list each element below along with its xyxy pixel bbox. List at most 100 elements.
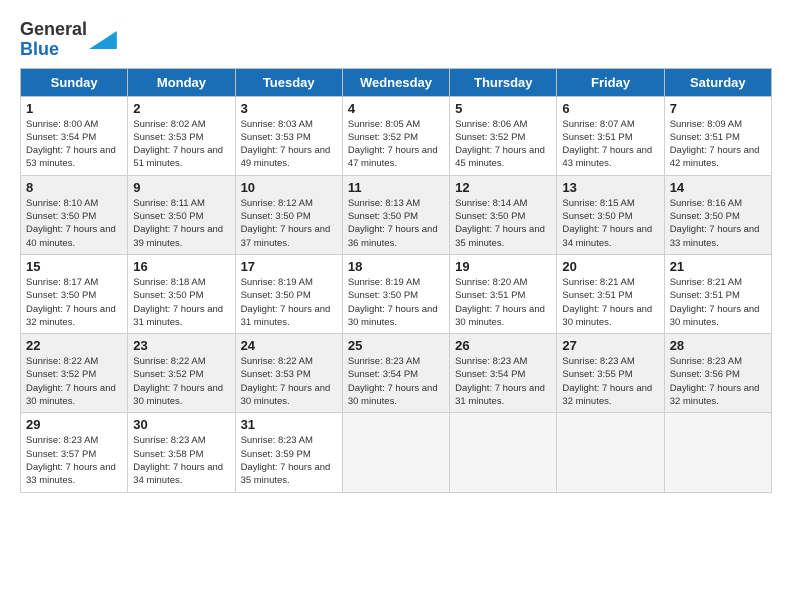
day-number: 14 — [670, 180, 766, 195]
calendar-cell: 21 Sunrise: 8:21 AM Sunset: 3:51 PM Dayl… — [664, 254, 771, 333]
day-info: Sunrise: 8:14 AM Sunset: 3:50 PM Dayligh… — [455, 197, 551, 250]
day-info: Sunrise: 8:15 AM Sunset: 3:50 PM Dayligh… — [562, 197, 658, 250]
day-number: 17 — [241, 259, 337, 274]
calendar-cell: 31 Sunrise: 8:23 AM Sunset: 3:59 PM Dayl… — [235, 413, 342, 492]
day-number: 13 — [562, 180, 658, 195]
day-info: Sunrise: 8:03 AM Sunset: 3:53 PM Dayligh… — [241, 118, 337, 171]
day-number: 9 — [133, 180, 229, 195]
calendar-cell: 29 Sunrise: 8:23 AM Sunset: 3:57 PM Dayl… — [21, 413, 128, 492]
logo: General Blue — [20, 20, 117, 60]
calendar-cell: 8 Sunrise: 8:10 AM Sunset: 3:50 PM Dayli… — [21, 175, 128, 254]
calendar-cell: 30 Sunrise: 8:23 AM Sunset: 3:58 PM Dayl… — [128, 413, 235, 492]
calendar-cell: 24 Sunrise: 8:22 AM Sunset: 3:53 PM Dayl… — [235, 334, 342, 413]
day-number: 2 — [133, 101, 229, 116]
calendar-cell: 25 Sunrise: 8:23 AM Sunset: 3:54 PM Dayl… — [342, 334, 449, 413]
day-info: Sunrise: 8:23 AM Sunset: 3:56 PM Dayligh… — [670, 355, 766, 408]
day-info: Sunrise: 8:07 AM Sunset: 3:51 PM Dayligh… — [562, 118, 658, 171]
day-info: Sunrise: 8:09 AM Sunset: 3:51 PM Dayligh… — [670, 118, 766, 171]
day-info: Sunrise: 8:23 AM Sunset: 3:58 PM Dayligh… — [133, 434, 229, 487]
day-info: Sunrise: 8:11 AM Sunset: 3:50 PM Dayligh… — [133, 197, 229, 250]
day-header-monday: Monday — [128, 68, 235, 96]
day-number: 1 — [26, 101, 122, 116]
calendar-cell: 16 Sunrise: 8:18 AM Sunset: 3:50 PM Dayl… — [128, 254, 235, 333]
day-header-tuesday: Tuesday — [235, 68, 342, 96]
calendar-cell: 6 Sunrise: 8:07 AM Sunset: 3:51 PM Dayli… — [557, 96, 664, 175]
calendar-cell: 19 Sunrise: 8:20 AM Sunset: 3:51 PM Dayl… — [450, 254, 557, 333]
day-info: Sunrise: 8:16 AM Sunset: 3:50 PM Dayligh… — [670, 197, 766, 250]
calendar-cell: 26 Sunrise: 8:23 AM Sunset: 3:54 PM Dayl… — [450, 334, 557, 413]
day-number: 18 — [348, 259, 444, 274]
calendar-cell: 10 Sunrise: 8:12 AM Sunset: 3:50 PM Dayl… — [235, 175, 342, 254]
day-info: Sunrise: 8:06 AM Sunset: 3:52 PM Dayligh… — [455, 118, 551, 171]
day-header-friday: Friday — [557, 68, 664, 96]
day-info: Sunrise: 8:23 AM Sunset: 3:55 PM Dayligh… — [562, 355, 658, 408]
day-info: Sunrise: 8:23 AM Sunset: 3:59 PM Dayligh… — [241, 434, 337, 487]
day-info: Sunrise: 8:20 AM Sunset: 3:51 PM Dayligh… — [455, 276, 551, 329]
day-header-thursday: Thursday — [450, 68, 557, 96]
day-info: Sunrise: 8:05 AM Sunset: 3:52 PM Dayligh… — [348, 118, 444, 171]
day-header-sunday: Sunday — [21, 68, 128, 96]
day-number: 15 — [26, 259, 122, 274]
day-number: 5 — [455, 101, 551, 116]
day-number: 31 — [241, 417, 337, 432]
day-info: Sunrise: 8:12 AM Sunset: 3:50 PM Dayligh… — [241, 197, 337, 250]
day-number: 25 — [348, 338, 444, 353]
day-number: 28 — [670, 338, 766, 353]
day-number: 8 — [26, 180, 122, 195]
calendar-cell: 12 Sunrise: 8:14 AM Sunset: 3:50 PM Dayl… — [450, 175, 557, 254]
day-number: 24 — [241, 338, 337, 353]
day-info: Sunrise: 8:10 AM Sunset: 3:50 PM Dayligh… — [26, 197, 122, 250]
calendar-cell: 1 Sunrise: 8:00 AM Sunset: 3:54 PM Dayli… — [21, 96, 128, 175]
calendar-table: SundayMondayTuesdayWednesdayThursdayFrid… — [20, 68, 772, 493]
day-number: 12 — [455, 180, 551, 195]
calendar-cell: 11 Sunrise: 8:13 AM Sunset: 3:50 PM Dayl… — [342, 175, 449, 254]
calendar-cell: 2 Sunrise: 8:02 AM Sunset: 3:53 PM Dayli… — [128, 96, 235, 175]
day-number: 23 — [133, 338, 229, 353]
calendar-cell: 5 Sunrise: 8:06 AM Sunset: 3:52 PM Dayli… — [450, 96, 557, 175]
calendar-cell: 18 Sunrise: 8:19 AM Sunset: 3:50 PM Dayl… — [342, 254, 449, 333]
day-info: Sunrise: 8:23 AM Sunset: 3:54 PM Dayligh… — [348, 355, 444, 408]
calendar-cell: 4 Sunrise: 8:05 AM Sunset: 3:52 PM Dayli… — [342, 96, 449, 175]
day-number: 21 — [670, 259, 766, 274]
calendar-cell — [450, 413, 557, 492]
day-info: Sunrise: 8:23 AM Sunset: 3:57 PM Dayligh… — [26, 434, 122, 487]
calendar-cell: 13 Sunrise: 8:15 AM Sunset: 3:50 PM Dayl… — [557, 175, 664, 254]
day-info: Sunrise: 8:19 AM Sunset: 3:50 PM Dayligh… — [348, 276, 444, 329]
day-info: Sunrise: 8:21 AM Sunset: 3:51 PM Dayligh… — [670, 276, 766, 329]
calendar-cell: 17 Sunrise: 8:19 AM Sunset: 3:50 PM Dayl… — [235, 254, 342, 333]
day-header-wednesday: Wednesday — [342, 68, 449, 96]
day-number: 27 — [562, 338, 658, 353]
day-info: Sunrise: 8:22 AM Sunset: 3:52 PM Dayligh… — [133, 355, 229, 408]
day-number: 16 — [133, 259, 229, 274]
day-info: Sunrise: 8:22 AM Sunset: 3:52 PM Dayligh… — [26, 355, 122, 408]
day-number: 20 — [562, 259, 658, 274]
day-number: 30 — [133, 417, 229, 432]
day-info: Sunrise: 8:23 AM Sunset: 3:54 PM Dayligh… — [455, 355, 551, 408]
day-number: 6 — [562, 101, 658, 116]
calendar-cell: 20 Sunrise: 8:21 AM Sunset: 3:51 PM Dayl… — [557, 254, 664, 333]
day-header-saturday: Saturday — [664, 68, 771, 96]
calendar-cell: 15 Sunrise: 8:17 AM Sunset: 3:50 PM Dayl… — [21, 254, 128, 333]
day-info: Sunrise: 8:21 AM Sunset: 3:51 PM Dayligh… — [562, 276, 658, 329]
day-number: 3 — [241, 101, 337, 116]
calendar-cell: 14 Sunrise: 8:16 AM Sunset: 3:50 PM Dayl… — [664, 175, 771, 254]
day-info: Sunrise: 8:02 AM Sunset: 3:53 PM Dayligh… — [133, 118, 229, 171]
day-number: 11 — [348, 180, 444, 195]
day-info: Sunrise: 8:17 AM Sunset: 3:50 PM Dayligh… — [26, 276, 122, 329]
day-number: 29 — [26, 417, 122, 432]
calendar-cell: 7 Sunrise: 8:09 AM Sunset: 3:51 PM Dayli… — [664, 96, 771, 175]
day-info: Sunrise: 8:19 AM Sunset: 3:50 PM Dayligh… — [241, 276, 337, 329]
calendar-cell: 22 Sunrise: 8:22 AM Sunset: 3:52 PM Dayl… — [21, 334, 128, 413]
calendar-cell — [342, 413, 449, 492]
day-info: Sunrise: 8:22 AM Sunset: 3:53 PM Dayligh… — [241, 355, 337, 408]
calendar-cell — [664, 413, 771, 492]
day-number: 4 — [348, 101, 444, 116]
day-info: Sunrise: 8:13 AM Sunset: 3:50 PM Dayligh… — [348, 197, 444, 250]
calendar-cell: 9 Sunrise: 8:11 AM Sunset: 3:50 PM Dayli… — [128, 175, 235, 254]
day-number: 19 — [455, 259, 551, 274]
logo-icon — [89, 31, 117, 49]
calendar-cell: 27 Sunrise: 8:23 AM Sunset: 3:55 PM Dayl… — [557, 334, 664, 413]
calendar-cell: 3 Sunrise: 8:03 AM Sunset: 3:53 PM Dayli… — [235, 96, 342, 175]
day-number: 10 — [241, 180, 337, 195]
calendar-cell: 23 Sunrise: 8:22 AM Sunset: 3:52 PM Dayl… — [128, 334, 235, 413]
